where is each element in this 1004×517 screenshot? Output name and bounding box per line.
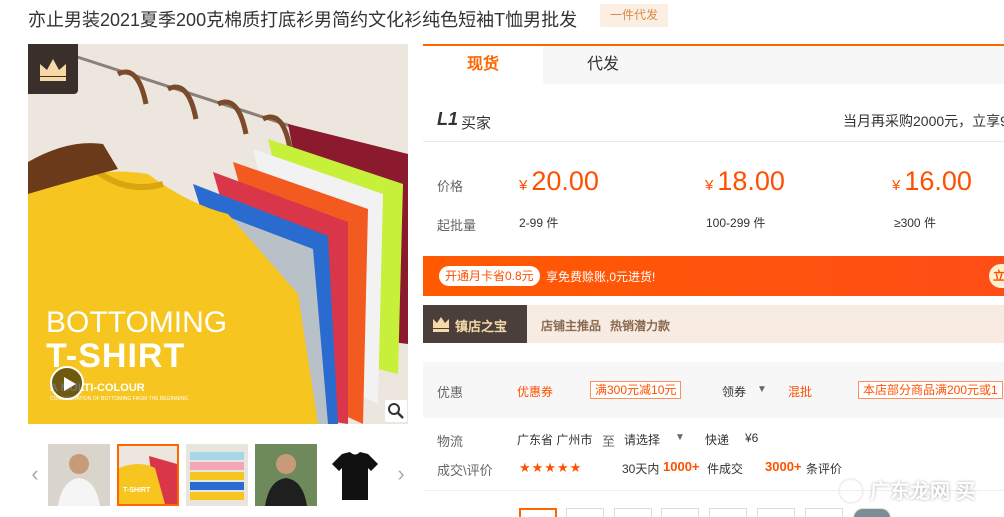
- zoom-button[interactable]: [385, 400, 407, 422]
- product-title: 亦止男装2021夏季200克棉质打底衫男简约文化衫纯色短袖T恤男批发: [28, 10, 578, 30]
- sku-swatch[interactable]: [566, 508, 604, 517]
- crown-icon: [40, 59, 66, 81]
- sku-swatch[interactable]: [661, 508, 699, 517]
- thumb-folded-shirts: [186, 444, 248, 506]
- thumb-next-arrow[interactable]: ›: [394, 461, 408, 487]
- thumbnail-4[interactable]: [255, 444, 317, 506]
- coupon-badge[interactable]: 满300元减10元: [590, 381, 682, 399]
- watermark-text: 广东龙网: [870, 481, 950, 503]
- tab-spot-goods[interactable]: 现货: [423, 46, 543, 84]
- watermark-suffix: 买: [955, 481, 976, 503]
- currency-symbol: ¥: [519, 177, 528, 194]
- thumbnail-3[interactable]: [186, 444, 248, 506]
- coupon-type: 优惠券: [517, 385, 554, 399]
- reviews-count[interactable]: 3000+: [765, 459, 802, 474]
- claim-coupon-link[interactable]: 领券: [722, 383, 746, 400]
- purchase-mode-tabs: 现货 代发: [423, 44, 1004, 84]
- purchase-promo-text[interactable]: 当月再采购2000元，立享9: [843, 111, 1004, 131]
- logistics-label: 物流: [437, 434, 464, 449]
- store-treasure-label: 镇店之宝: [455, 319, 508, 334]
- thumb-tshirt-rack: T-SHIRT: [119, 446, 177, 504]
- thumb-black-tshirt: [324, 444, 386, 506]
- hot-potential-tag: 热销潜力款: [610, 319, 671, 333]
- sku-swatch[interactable]: [757, 508, 795, 517]
- thumbnail-1[interactable]: [48, 444, 110, 506]
- sku-swatch[interactable]: [614, 508, 652, 517]
- chevron-down-icon[interactable]: ▼: [757, 384, 767, 395]
- price-tier-2: ¥18.00: [705, 166, 785, 197]
- deals-reviews-label: 成交\评价: [437, 463, 493, 478]
- thumb-man-white-shirt: [48, 444, 110, 506]
- image-caption-line1: BOTTOMING: [46, 306, 228, 339]
- store-treasure-head: 镇店之宝: [423, 305, 527, 343]
- deals-word: 件成交: [707, 462, 744, 476]
- price-tier-1: ¥20.00: [519, 166, 599, 197]
- member-card-text: 享免费赊账,0元进货!: [546, 270, 656, 284]
- thumb-man-black-shirt: [255, 444, 317, 506]
- price-label: 价格: [437, 179, 464, 194]
- member-card-pill[interactable]: 开通月卡省0.8元: [439, 266, 540, 286]
- svg-text:T-SHIRT: T-SHIRT: [123, 487, 151, 494]
- deals-count[interactable]: 1000+: [663, 459, 700, 474]
- currency-symbol: ¥: [705, 177, 714, 194]
- thumbnail-2[interactable]: T-SHIRT: [117, 444, 179, 506]
- currency-symbol: ¥: [892, 177, 901, 194]
- ship-from: 广东省 广州市: [517, 433, 593, 447]
- video-play-button[interactable]: [50, 366, 84, 400]
- chevron-down-icon[interactable]: ▼: [675, 432, 685, 443]
- price-value: 16.00: [904, 166, 972, 196]
- buyer-level-row: L1 买家 当月再采购2000元，立享9: [423, 96, 1004, 142]
- sku-swatch[interactable]: [853, 508, 891, 517]
- crown-icon: [433, 317, 449, 332]
- watermark: 广东龙网 买: [838, 475, 976, 504]
- member-card-action[interactable]: 立: [989, 264, 1004, 288]
- sku-swatch[interactable]: [519, 508, 557, 517]
- shop-crown-logo: [28, 44, 78, 94]
- price-value: 20.00: [531, 166, 599, 196]
- thumbnail-strip: ‹ T-SHIRT ›: [28, 444, 412, 506]
- sku-swatch[interactable]: [709, 508, 747, 517]
- deals-period: 30天内: [622, 462, 660, 476]
- member-card-banner[interactable]: 开通月卡省0.8元 享免费赊账,0元进货! 立: [423, 256, 1004, 296]
- store-treasure-banner[interactable]: 镇店之宝 店铺主推品 热销潜力款: [423, 305, 1004, 343]
- buyer-level-badge: L1: [437, 109, 459, 129]
- price-value: 18.00: [717, 166, 785, 196]
- shipping-fee: ¥6: [745, 431, 759, 445]
- buyer-label: 买家: [461, 115, 492, 132]
- mixed-batch-label: 混批: [788, 385, 813, 399]
- rating-stars[interactable]: ★★★★★: [519, 460, 582, 476]
- dropship-badge[interactable]: 一件代发: [600, 4, 668, 27]
- qty-tier-3: ≥300 件: [894, 216, 936, 230]
- store-deal-badge[interactable]: 本店部分商品满200元或1: [858, 381, 1003, 399]
- ship-destination-select[interactable]: 请选择: [624, 431, 660, 448]
- ship-to-word: 至: [602, 434, 616, 449]
- qty-tier-1: 2-99 件: [519, 216, 559, 230]
- magnifier-icon: [388, 403, 404, 419]
- min-qty-label: 起批量: [437, 218, 477, 233]
- qty-tier-2: 100-299 件: [706, 216, 766, 230]
- thumbnail-5[interactable]: [324, 444, 386, 506]
- price-tier-3: ¥16.00: [892, 166, 972, 197]
- discount-label: 优惠: [437, 385, 464, 400]
- reviews-word: 条评价: [806, 462, 843, 476]
- express-label: 快递: [705, 433, 730, 447]
- main-product-image[interactable]: BOTTOMING T-SHIRT A MULTI-COLOUR CONSIDE…: [28, 44, 408, 424]
- store-featured-tag: 店铺主推品: [541, 319, 602, 333]
- thumb-prev-arrow[interactable]: ‹: [28, 461, 42, 487]
- tab-dropship[interactable]: 代发: [543, 46, 663, 84]
- sku-swatch[interactable]: [805, 508, 843, 517]
